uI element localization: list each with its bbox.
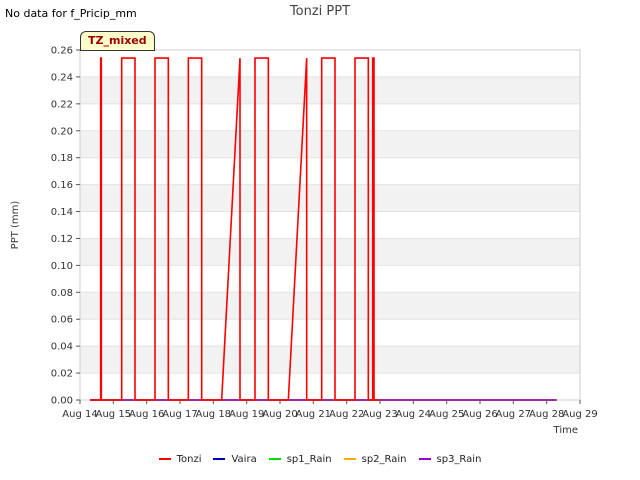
y-tick-label: 0.00 <box>51 396 73 407</box>
x-tick-label: Aug 16 <box>129 409 164 420</box>
y-tick-label: 0.08 <box>51 288 73 299</box>
legend-item-tonzi: Tonzi <box>158 454 202 465</box>
y-tick-label: 0.04 <box>51 342 73 353</box>
legend-swatch <box>418 458 431 460</box>
legend-label: sp1_Rain <box>286 454 332 465</box>
legend-label: sp3_Rain <box>436 454 482 465</box>
x-tick-label: Aug 22 <box>329 409 364 420</box>
x-tick-label: Aug 21 <box>296 409 331 420</box>
y-tick-label: 0.20 <box>51 126 73 137</box>
legend-item-sp2_rain: sp2_Rain <box>343 454 407 465</box>
x-tick-label: Aug 17 <box>162 409 197 420</box>
x-tick-label: Aug 18 <box>196 409 231 420</box>
legend-swatch <box>268 458 281 460</box>
y-tick-label: 0.18 <box>51 153 73 164</box>
y-tick-label: 0.02 <box>51 369 73 380</box>
legend-item-sp1_rain: sp1_Rain <box>268 454 332 465</box>
y-tick-label: 0.24 <box>51 72 73 83</box>
legend-label: sp2_Rain <box>361 454 407 465</box>
legend-swatch <box>158 458 171 460</box>
x-tick-label: Aug 26 <box>462 409 497 420</box>
y-axis-ticks: 0.00 0.02 0.04 0.06 0.08 0.10 0.12 0.14 0.16 0.18… <box>51 46 80 407</box>
x-tick-label: Aug 15 <box>96 409 131 420</box>
y-tick-label: 0.22 <box>51 99 73 110</box>
legend: Tonzi Vaira sp1_Rain sp2_Rain sp3_Rain <box>0 454 640 465</box>
y-axis-label: PPT (mm) <box>10 201 21 250</box>
legend-item-sp3_rain: sp3_Rain <box>418 454 482 465</box>
x-tick-label: Aug 27 <box>496 409 531 420</box>
legend-swatch <box>343 458 356 460</box>
y-tick-label: 0.14 <box>51 207 73 218</box>
x-axis-label: Time <box>553 425 578 436</box>
legend-label: Tonzi <box>176 454 202 465</box>
x-tick-label: Aug 19 <box>229 409 264 420</box>
y-tick-label: 0.12 <box>51 234 73 245</box>
legend-label: Vaira <box>231 454 257 465</box>
y-tick-label: 0.16 <box>51 180 73 191</box>
x-tick-label: Aug 28 <box>529 409 564 420</box>
x-axis-ticks: Aug 14Aug 15Aug 16Aug 17Aug 18Aug 19Aug … <box>62 400 598 420</box>
y-tick-label: 0.10 <box>51 261 73 272</box>
x-tick-label: Aug 14 <box>62 409 97 420</box>
y-tick-label: 0.06 <box>51 315 73 326</box>
ppt-chart: 0.00 0.02 0.04 0.06 0.08 0.10 0.12 0.14 0.16 0.18… <box>10 46 598 437</box>
legend-item-vaira: Vaira <box>213 454 257 465</box>
legend-swatch <box>213 458 226 460</box>
x-tick-label: Aug 25 <box>429 409 464 420</box>
y-tick-label: 0.26 <box>51 46 73 57</box>
x-tick-label: Aug 24 <box>396 409 431 420</box>
x-tick-label: Aug 23 <box>362 409 397 420</box>
site-badge: TZ_mixed <box>80 31 155 51</box>
x-tick-label: Aug 20 <box>262 409 297 420</box>
x-tick-label: Aug 29 <box>562 409 597 420</box>
